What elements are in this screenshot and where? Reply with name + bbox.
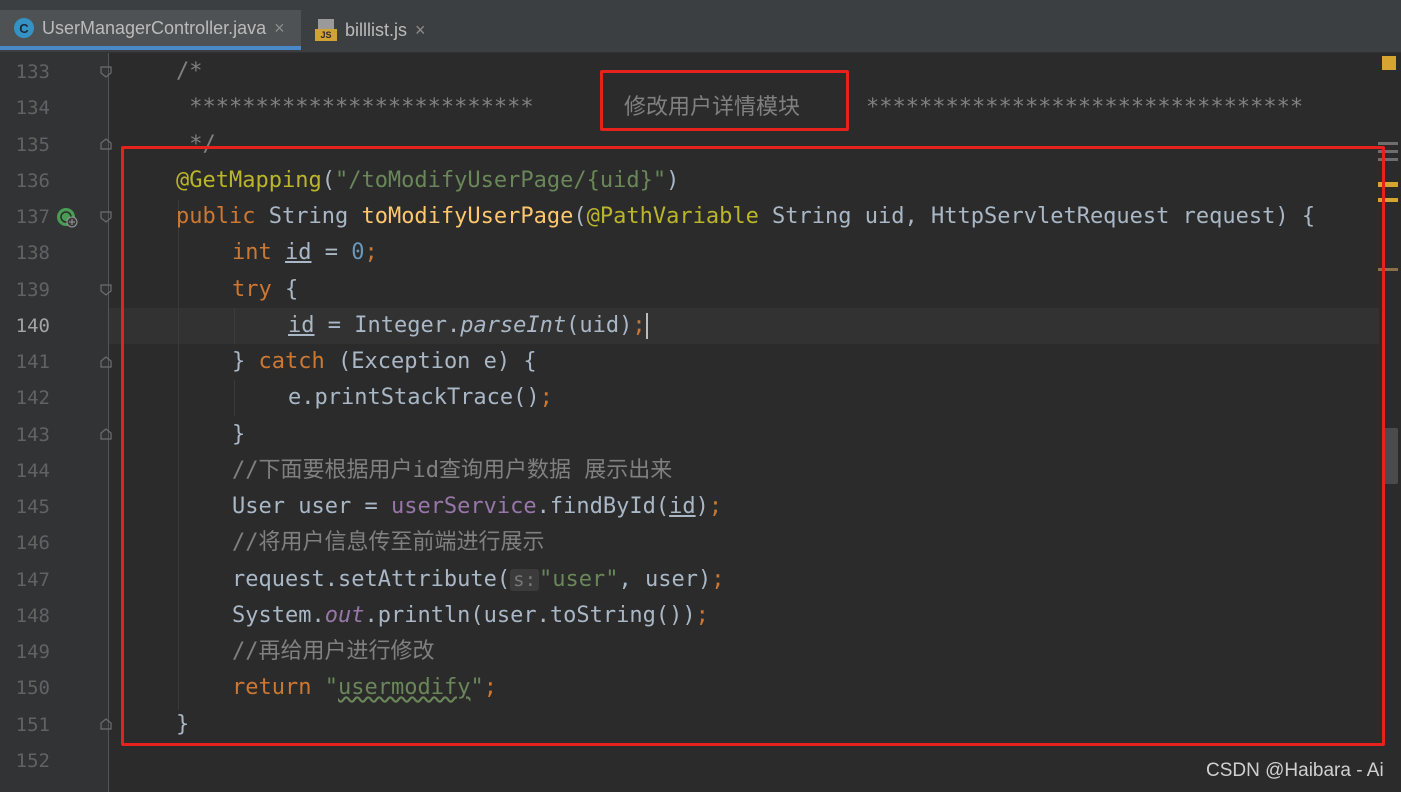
inspection-status-icon[interactable] [1382, 56, 1396, 70]
line-number[interactable]: 142 [0, 380, 50, 416]
close-icon[interactable]: × [274, 18, 285, 39]
title-highlight-box [600, 70, 849, 131]
line-number[interactable]: 143 [0, 417, 50, 453]
line-number[interactable]: 147 [0, 562, 50, 598]
line-number[interactable]: 148 [0, 598, 50, 634]
line-number[interactable]: 134 [0, 90, 50, 126]
code-highlight-box [121, 146, 1385, 746]
breadcrumb-strip [0, 0, 1401, 8]
tab-usermanagercontroller[interactable]: C UserManagerController.java × [0, 10, 301, 50]
tab-label: UserManagerController.java [42, 17, 267, 38]
line-number[interactable]: 150 [0, 670, 50, 706]
js-file-icon: JS [315, 19, 337, 41]
fold-end-icon[interactable] [100, 138, 112, 150]
scrollbar-thumb[interactable] [1384, 428, 1398, 484]
line-number[interactable]: 135 [0, 127, 50, 163]
code-line-133[interactable]: /* [176, 54, 203, 90]
editor-tab-bar: C UserManagerController.java × JS billli… [0, 0, 1401, 53]
stripe-marker[interactable] [1378, 142, 1398, 145]
watermark: CSDN @Haibara - Ai [1206, 760, 1384, 781]
line-number[interactable]: 139 [0, 272, 50, 308]
line-number[interactable]: 144 [0, 453, 50, 489]
line-number[interactable]: 136 [0, 163, 50, 199]
close-icon[interactable]: × [415, 20, 426, 41]
fold-end-icon[interactable] [100, 428, 112, 440]
line-number[interactable]: 133 [0, 54, 50, 90]
fold-end-icon[interactable] [100, 356, 112, 368]
line-number[interactable]: 145 [0, 489, 50, 525]
code-line-134[interactable]: ************************** [176, 90, 533, 126]
line-number[interactable]: 149 [0, 634, 50, 670]
line-number[interactable]: 151 [0, 707, 50, 743]
line-number[interactable]: 141 [0, 344, 50, 380]
line-number[interactable]: 146 [0, 525, 50, 561]
line-number[interactable]: 138 [0, 235, 50, 271]
java-class-icon: C [14, 18, 34, 38]
fold-icon[interactable] [100, 66, 112, 78]
fold-icon[interactable] [100, 284, 112, 296]
fold-end-icon[interactable] [100, 718, 112, 730]
tab-label: billlist.js [345, 19, 408, 40]
line-number[interactable]: 152 [0, 743, 50, 779]
code-line-134-stars[interactable]: ********************************* [866, 90, 1303, 126]
web-endpoint-icon[interactable] [56, 206, 78, 228]
line-number[interactable]: 137 [0, 199, 50, 235]
fold-icon[interactable] [100, 211, 112, 223]
line-number[interactable]: 140 [0, 308, 50, 344]
tab-billlist-js[interactable]: JS billlist.js × [301, 10, 441, 50]
